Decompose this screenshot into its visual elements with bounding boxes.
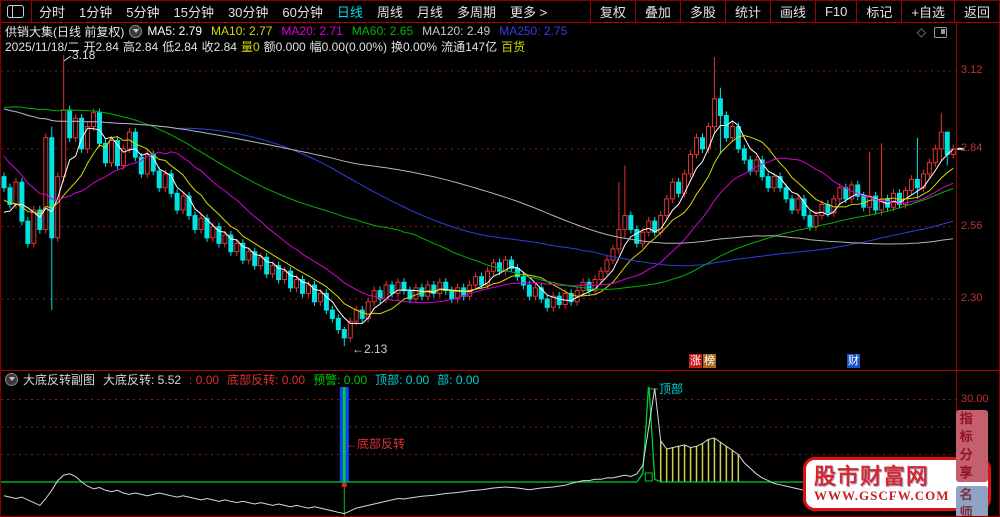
ma-value: MA20: 2.71 — [281, 24, 343, 38]
watermark-badges: 指标分享 名师课程 — [955, 410, 988, 516]
tab-周线[interactable]: 周线 — [370, 2, 410, 21]
toolbar-buttons: 复权 叠加 多股 统计 画线 F10 标记 +自选 返回 — [589, 1, 999, 22]
quote-field: 高2.84 — [122, 40, 159, 54]
ma-value: MA10: 2.77 — [211, 24, 273, 38]
indicator-axis-label: 30.00 — [961, 392, 989, 405]
period-tabs: 分时 1分钟 5分钟 15分钟 30分钟 60分钟 日线 周线 月线 多周期 更多 > — [32, 2, 554, 21]
button-F10[interactable]: F10 — [814, 1, 856, 22]
split-window-icon[interactable] — [934, 26, 947, 38]
button-标记[interactable]: 标记 — [856, 1, 901, 22]
button-统计[interactable]: 统计 — [724, 1, 770, 22]
main-chart-canvas[interactable] — [1, 55, 1000, 370]
titlebar: 分时 1分钟 5分钟 15分钟 30分钟 60分钟 日线 周线 月线 多周期 更多 > 复权 叠加 多股… — [1, 1, 999, 23]
indicator-value: 大底反转: 5.52 — [103, 372, 182, 387]
quote-field: 低2.84 — [162, 40, 198, 54]
quote-field: 量0 — [240, 40, 260, 54]
quote-field: 幅0.00(0.00%) — [309, 40, 388, 54]
panel-toggle-icon[interactable] — [7, 5, 24, 18]
stock-title: 供销大集(日线 前复权) — [5, 24, 125, 39]
ma-value: MA120: 2.49 — [422, 24, 491, 38]
header-icons: ◇ — [917, 25, 947, 39]
tab-日线[interactable]: 日线 — [330, 2, 370, 21]
tab-分时[interactable]: 分时 — [32, 2, 72, 21]
high-price-annotation: 3.18 — [72, 48, 96, 62]
sub-indicator-header: 大底反转副图 大底反转: 5.52 : 0.00 底部反转: 0.00 预警: 0.00… — [1, 371, 999, 388]
price-axis-label: 2.84 — [961, 141, 983, 154]
event-marker[interactable]: 涨 — [689, 354, 702, 368]
event-marker[interactable]: 榜 — [703, 354, 716, 368]
bottom-reversal-label: ←底部反转 — [345, 437, 406, 451]
top-signal-label: 顶部 — [659, 382, 684, 396]
button-多股[interactable]: 多股 — [679, 1, 725, 22]
ma-value: MA60: 2.65 — [351, 24, 414, 38]
tab-60分钟[interactable]: 60分钟 — [275, 2, 329, 21]
watermark-text: 股市财富网 WWW.GSCFW.COM — [814, 463, 950, 503]
quote-field: 流通147亿 — [441, 40, 498, 54]
sub-indicator-values: 大底反转副图 大底反转: 5.52 : 0.00 底部反转: 0.00 预警: 0.00… — [23, 371, 487, 388]
quote-row: 2025/11/18/二 开2.84 高2.84 低2.84 收2.84 量0 额0.000… — [1, 39, 999, 54]
indicator-value: 部: 0.00 — [437, 372, 480, 387]
tab-更多 >[interactable]: 更多 > — [503, 2, 554, 21]
button-画线[interactable]: 画线 — [769, 1, 815, 22]
watermark-badge: 名师课程 — [955, 486, 988, 516]
chevron-down-circle-icon[interactable] — [5, 372, 18, 386]
quote-field: 收2.84 — [201, 40, 237, 54]
watermark-url: WWW.GSCFW.COM — [814, 487, 950, 503]
tab-1分钟[interactable]: 1分钟 — [72, 2, 119, 21]
indicator-value: 顶部: 0.00 — [375, 372, 430, 387]
price-axis-label: 2.30 — [961, 291, 983, 304]
price-axis-label: 3.12 — [961, 64, 983, 76]
event-marker[interactable]: 财 — [847, 354, 860, 368]
quote-field: 百货 — [501, 40, 526, 54]
quote-field: 换0.00% — [391, 40, 438, 54]
watermark-title: 股市财富网 — [814, 463, 930, 489]
chevron-down-circle-icon[interactable] — [129, 24, 143, 38]
button-叠加[interactable]: 叠加 — [634, 1, 680, 22]
indicator-value: : 0.00 — [189, 372, 220, 387]
ma-value: MA5: 2.79 — [147, 24, 203, 38]
low-price-annotation: ←2.13 — [352, 342, 388, 356]
tab-5分钟[interactable]: 5分钟 — [119, 2, 166, 21]
ma-legend: MA5: 2.79 MA10: 2.77 MA20: 2.71 MA60: 2.65 M… — [147, 24, 576, 38]
button-+自选[interactable]: +自选 — [901, 1, 954, 22]
watermark: 股市财富网 WWW.GSCFW.COM 指标分享 名师课程 — [803, 410, 991, 516]
watermark-badge: 指标分享 — [955, 410, 988, 482]
indicator-value: 底部反转: 0.00 — [227, 372, 306, 387]
trading-app-window: 分时 1分钟 5分钟 15分钟 30分钟 60分钟 日线 周线 月线 多周期 更多 > 复权 叠加 多股… — [0, 0, 1000, 517]
tab-月线[interactable]: 月线 — [410, 2, 450, 21]
indicator-value: 预警: 0.00 — [313, 372, 368, 387]
tab-15分钟[interactable]: 15分钟 — [166, 2, 220, 21]
button-复权[interactable]: 复权 — [589, 1, 635, 22]
indicator-value: 大底反转副图 — [23, 372, 96, 387]
quote-field: 2025/11/18/二 — [5, 40, 80, 54]
quote-field: 额0.000 — [263, 40, 306, 54]
diamond-icon[interactable]: ◇ — [917, 25, 926, 39]
tab-多周期[interactable]: 多周期 — [450, 2, 503, 21]
ma-value: MA250: 2.75 — [499, 24, 568, 38]
button-返回[interactable]: 返回 — [953, 1, 999, 22]
tab-30分钟[interactable]: 30分钟 — [221, 2, 275, 21]
chart-header-row: 供销大集(日线 前复权) MA5: 2.79 MA10: 2.77 MA20: 2.… — [1, 23, 999, 39]
price-axis-label: 2.56 — [961, 219, 983, 232]
